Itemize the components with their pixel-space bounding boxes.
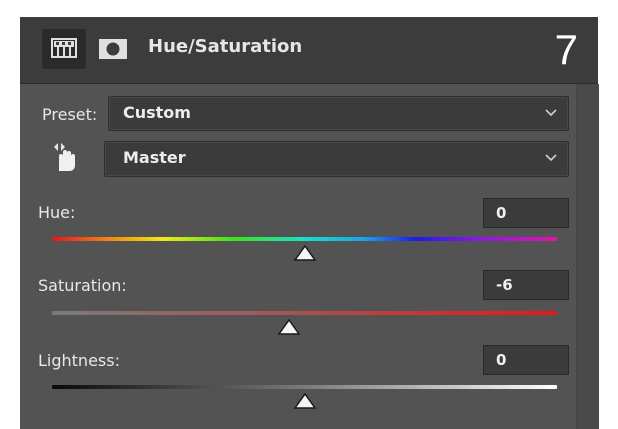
preset-label: Preset: — [42, 105, 98, 124]
hue-label: Hue: — [38, 203, 76, 222]
preset-dropdown[interactable]: Custom — [108, 96, 569, 131]
panel-header: Hue/Saturation 7 — [20, 17, 598, 84]
preset-value: Custom — [123, 103, 191, 122]
on-image-adjust-hand-icon[interactable] — [52, 141, 78, 173]
lightness-slider-track[interactable] — [52, 385, 557, 389]
panel-scrollbar[interactable] — [576, 84, 599, 429]
hue-saturation-panel: Hue/Saturation 7 Preset: Custom Master H… — [20, 17, 599, 429]
hue-slider-track[interactable] — [52, 237, 557, 241]
lightness-slider-thumb[interactable] — [293, 392, 317, 410]
adjustment-layer-icon[interactable] — [42, 29, 86, 69]
lightness-value-field[interactable]: 0 — [483, 345, 569, 375]
chevron-down-icon — [545, 154, 557, 162]
panel-title: Hue/Saturation — [148, 36, 303, 57]
hue-slider-thumb[interactable] — [293, 244, 317, 262]
layer-mask-icon[interactable] — [96, 37, 130, 61]
channel-value: Master — [123, 148, 186, 167]
hue-value-field[interactable]: 0 — [483, 198, 569, 228]
saturation-label: Saturation: — [38, 276, 127, 295]
chevron-down-icon — [545, 109, 557, 117]
lightness-label: Lightness: — [38, 351, 120, 370]
saturation-slider-track[interactable] — [52, 311, 557, 315]
saturation-value-field[interactable]: -6 — [483, 270, 569, 300]
step-number: 7 — [554, 26, 578, 73]
saturation-slider-thumb[interactable] — [277, 318, 301, 336]
channel-dropdown[interactable]: Master — [104, 141, 569, 177]
